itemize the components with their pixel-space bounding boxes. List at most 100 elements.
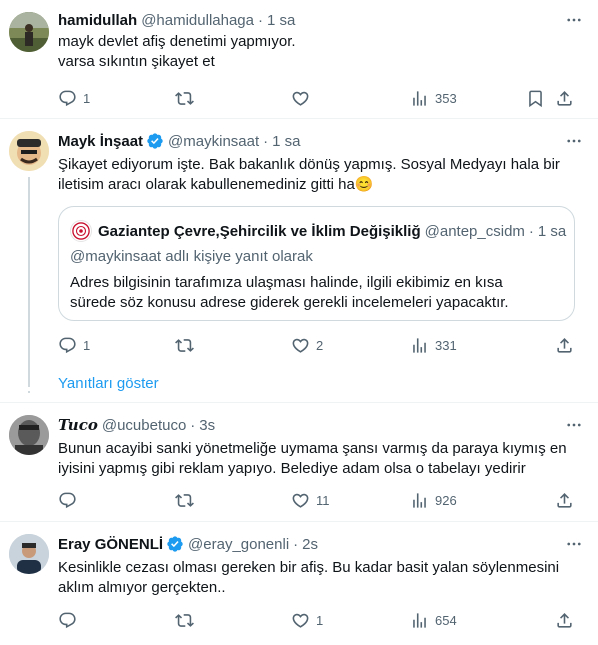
tweet-text: Bunun acayibi sanki yönetmeliğe uymama ş… bbox=[58, 439, 584, 479]
timestamp[interactable]: 1 sa bbox=[272, 133, 300, 150]
like-button[interactable]: 1 bbox=[291, 611, 323, 630]
verified-icon bbox=[166, 535, 184, 553]
like-count: 11 bbox=[316, 492, 330, 508]
more-icon[interactable] bbox=[564, 131, 584, 151]
dotted-thread bbox=[28, 373, 30, 395]
timestamp[interactable]: 2s bbox=[302, 536, 318, 553]
views-icon bbox=[413, 337, 426, 353]
author-name[interactable]: Eray GÖNENLİ bbox=[58, 536, 163, 553]
views-button[interactable]: 926 bbox=[410, 491, 457, 510]
avatar[interactable] bbox=[9, 12, 49, 52]
quote-author-name[interactable]: Gaziantep Çevre,Şehircilik ve İklim Deği… bbox=[98, 223, 421, 240]
share-button[interactable] bbox=[555, 491, 574, 510]
tweet-line: varsa sıkıntın şikayet et bbox=[58, 53, 215, 70]
quote-avatar[interactable] bbox=[70, 220, 92, 242]
share-button[interactable] bbox=[555, 89, 574, 108]
share-button[interactable] bbox=[555, 336, 574, 355]
show-replies-link[interactable]: Yanıtları göster bbox=[58, 375, 159, 392]
quote-timestamp[interactable]: 1 sa bbox=[538, 223, 566, 240]
views-icon bbox=[413, 612, 426, 628]
reply-icon bbox=[59, 90, 76, 106]
tweet-line: iletisim aracı olarak kabullenemediniz g… bbox=[58, 176, 355, 193]
quote-line: sürede söz konusu adrese giderek gerekli… bbox=[70, 294, 509, 311]
share-icon bbox=[557, 337, 572, 353]
views-count: 353 bbox=[435, 90, 457, 106]
like-icon bbox=[292, 338, 309, 353]
views-button[interactable]: 353 bbox=[410, 89, 457, 108]
author-handle[interactable]: @eray_gonenli bbox=[188, 536, 289, 553]
smile-emoji: 😊 bbox=[354, 176, 374, 193]
retweet-icon bbox=[175, 338, 194, 352]
separator-dot: · bbox=[528, 222, 534, 240]
views-count: 331 bbox=[435, 337, 457, 353]
views-icon bbox=[413, 90, 426, 106]
avatar[interactable] bbox=[9, 534, 49, 574]
views-button[interactable]: 331 bbox=[410, 336, 457, 355]
tweet-line: Kesinlikle cezası olması gereken bir afi… bbox=[58, 559, 560, 576]
timestamp[interactable]: 3s bbox=[199, 417, 215, 434]
quote-author-handle[interactable]: @antep_csidm bbox=[425, 223, 525, 240]
separator-dot: · bbox=[263, 132, 269, 150]
like-count: 2 bbox=[316, 337, 324, 353]
views-button[interactable]: 654 bbox=[410, 611, 457, 630]
tweet-eray-gonenli[interactable]: Eray GÖNENLİ @eray_gonenli · 2s Kesinlik… bbox=[0, 522, 598, 645]
author-handle[interactable]: @ucubetuco bbox=[102, 417, 186, 434]
tweet-line: aklım almıyor gerçekten.. bbox=[58, 579, 226, 596]
thread-line bbox=[28, 177, 30, 387]
reply-icon bbox=[59, 612, 76, 628]
share-button[interactable] bbox=[555, 611, 574, 630]
reply-to-label: @maykinsaat adlı kişiye yanıt olarak bbox=[70, 248, 313, 265]
reply-icon bbox=[59, 337, 76, 353]
retweet-button[interactable] bbox=[175, 491, 194, 510]
like-button[interactable]: 11 bbox=[291, 491, 330, 510]
author-name[interactable]: hamidullah bbox=[58, 12, 137, 29]
tweet-mayk-insaat[interactable]: Mayk İnşaat @maykinsaat · 1 sa Şikayet e… bbox=[0, 119, 598, 399]
reply-button[interactable]: 1 bbox=[58, 336, 90, 355]
views-count: 926 bbox=[435, 492, 457, 508]
more-icon[interactable] bbox=[564, 10, 584, 30]
reply-count: 1 bbox=[83, 337, 91, 353]
more-icon[interactable] bbox=[564, 415, 584, 435]
retweet-icon bbox=[175, 91, 194, 105]
separator-dot: · bbox=[293, 535, 299, 553]
retweet-icon bbox=[175, 493, 194, 507]
share-icon bbox=[557, 612, 572, 628]
reply-count: 1 bbox=[83, 90, 91, 106]
author-handle[interactable]: @maykinsaat bbox=[168, 133, 259, 150]
like-icon bbox=[292, 91, 309, 106]
reply-icon bbox=[59, 492, 76, 508]
author-name[interactable]: Mayk İnşaat bbox=[58, 133, 143, 150]
tweet-hamidullah[interactable]: hamidullah @hamidullahaga · 1 sa mayk de… bbox=[0, 0, 598, 118]
like-count: 1 bbox=[316, 612, 324, 628]
views-count: 654 bbox=[435, 612, 457, 628]
author-handle[interactable]: @hamidullahaga bbox=[141, 12, 254, 29]
avatar[interactable] bbox=[9, 131, 49, 171]
retweet-button[interactable] bbox=[175, 89, 194, 108]
bookmark-button[interactable] bbox=[526, 89, 545, 108]
verified-icon bbox=[146, 132, 164, 150]
tweet-line: Bunun acayibi sanki yönetmeliğe uymama ş… bbox=[58, 440, 567, 457]
retweet-icon bbox=[175, 613, 194, 627]
timestamp[interactable]: 1 sa bbox=[267, 12, 295, 29]
quoted-tweet[interactable]: Gaziantep Çevre,Şehircilik ve İklim Deği… bbox=[58, 206, 575, 321]
bookmark-icon bbox=[529, 90, 542, 107]
tweet-line: iyisini yapmış gibi reklam yapıyo. Beled… bbox=[58, 460, 526, 477]
tweet-line: Şikayet ediyorum işte. Bak bakanlık dönü… bbox=[58, 156, 560, 173]
tweet-text: Kesinlikle cezası olması gereken bir afi… bbox=[58, 558, 584, 598]
quote-line: Adres bilgisinin tarafımıza ulaşması hal… bbox=[70, 274, 503, 291]
reply-button[interactable]: 1 bbox=[58, 89, 90, 108]
views-icon bbox=[413, 492, 426, 508]
reply-button[interactable] bbox=[58, 491, 77, 510]
avatar[interactable] bbox=[9, 415, 49, 455]
tweet-text: Şikayet ediyorum işte. Bak bakanlık dönü… bbox=[58, 155, 584, 195]
retweet-button[interactable] bbox=[175, 336, 194, 355]
tweet-tuco[interactable]: Tuco @ucubetuco · 3s Bunun acayibi sanki… bbox=[0, 403, 598, 520]
author-name[interactable]: Tuco bbox=[58, 416, 98, 434]
like-button[interactable]: 2 bbox=[291, 336, 323, 355]
like-icon bbox=[292, 613, 309, 628]
share-icon bbox=[557, 492, 572, 508]
more-icon[interactable] bbox=[564, 534, 584, 554]
retweet-button[interactable] bbox=[175, 611, 194, 630]
reply-button[interactable] bbox=[58, 611, 77, 630]
like-button[interactable] bbox=[291, 89, 310, 108]
